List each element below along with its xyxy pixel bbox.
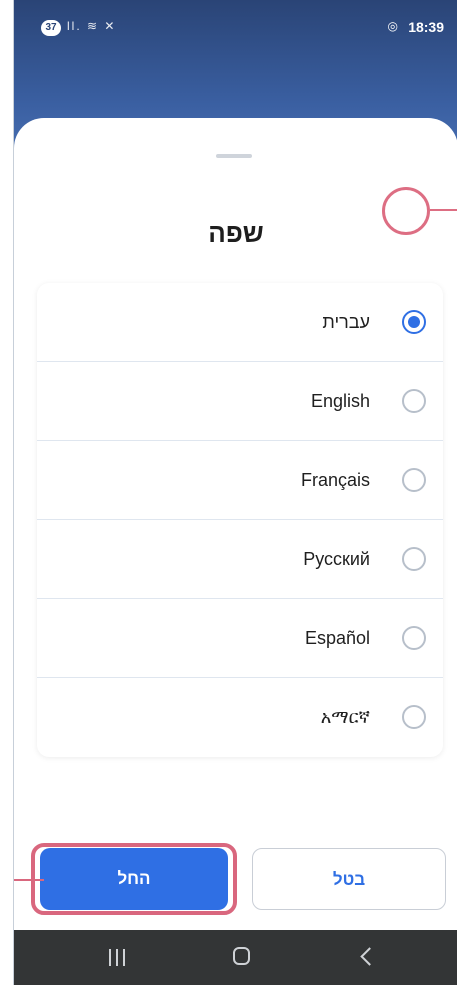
notification-badge: 37: [41, 20, 61, 36]
recent-apps-icon[interactable]: [109, 949, 125, 966]
navigation-bar: [14, 930, 457, 985]
signal-icon: ll. ≋ ✕: [67, 19, 117, 33]
back-icon[interactable]: [360, 947, 379, 966]
language-option-amharic[interactable]: አማርኛ: [37, 678, 443, 757]
home-icon[interactable]: [233, 947, 250, 965]
annotation-line-left: [14, 879, 44, 881]
language-option-spanish[interactable]: Español: [37, 599, 443, 678]
language-list: עברית English Français Русский Español አ…: [37, 283, 443, 757]
radio-unselected-icon[interactable]: [402, 468, 426, 492]
language-label: Русский: [303, 549, 370, 569]
drag-handle[interactable]: [216, 154, 252, 158]
radio-selected-icon[interactable]: [402, 310, 426, 334]
language-option-russian[interactable]: Русский: [37, 520, 443, 599]
language-label: Français: [300, 470, 370, 490]
language-label: Español: [304, 628, 370, 648]
selected-radio-highlight: [382, 187, 430, 235]
apply-button[interactable]: החל: [40, 848, 228, 910]
language-option-english[interactable]: English: [37, 362, 443, 441]
language-label: አማርኛ: [320, 707, 370, 727]
radio-unselected-icon[interactable]: [402, 705, 426, 729]
language-option-hebrew[interactable]: עברית: [37, 283, 443, 362]
screen-record-icon: ◎: [387, 19, 398, 33]
status-time: 18:39: [408, 19, 444, 35]
annotation-line-right: [430, 209, 457, 211]
language-option-french[interactable]: Français: [37, 441, 443, 520]
radio-unselected-icon[interactable]: [402, 547, 426, 571]
language-label: English: [310, 391, 370, 411]
language-bottom-sheet: שפה עברית English Français Русский Españ…: [14, 118, 457, 933]
language-label: עברית: [322, 312, 370, 332]
phone-screen: 37 ll. ≋ ✕ ◎ 18:39 שפה עברית English Fra…: [13, 0, 457, 985]
status-bar: 37 ll. ≋ ✕ ◎ 18:39: [14, 0, 457, 50]
cancel-button[interactable]: בטל: [252, 848, 446, 910]
radio-unselected-icon[interactable]: [402, 389, 426, 413]
radio-unselected-icon[interactable]: [402, 626, 426, 650]
